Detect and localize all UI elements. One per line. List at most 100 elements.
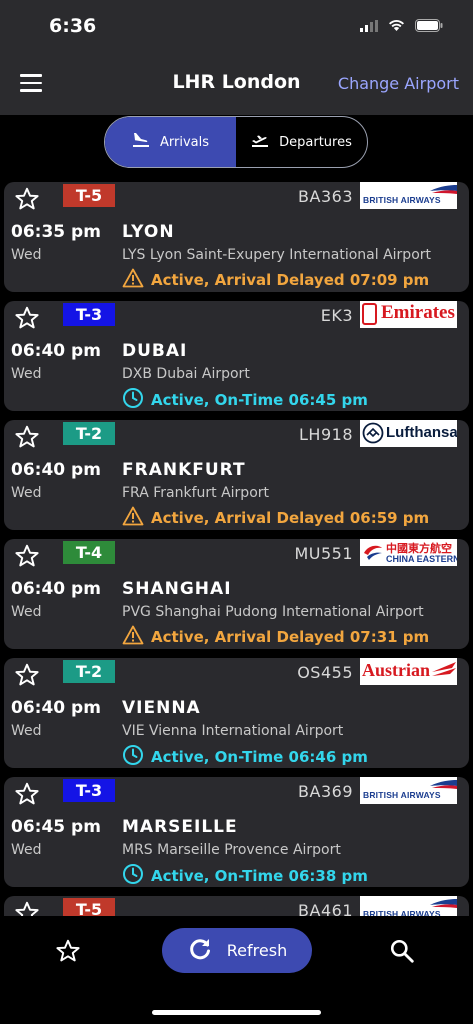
warning-icon (122, 625, 144, 649)
terminal-badge: T-5 (63, 184, 115, 207)
battery-icon (415, 17, 443, 36)
origin-airport: MRS Marseille Provence Airport (122, 842, 341, 858)
flight-status: Active, On-Time 06:38 pm (122, 863, 368, 889)
wifi-icon (388, 17, 405, 36)
refresh-label: Refresh (226, 941, 288, 960)
star-icon[interactable] (14, 424, 40, 454)
flight-number: BA369 (298, 782, 353, 801)
flight-status: Active, On-Time 06:46 pm (122, 744, 368, 770)
arrivals-departures-toggle: Arrivals Departures (104, 116, 368, 168)
airline-logo-text: Lufthansa (386, 424, 457, 441)
flight-card[interactable]: T-5 BA461 BRITISH AIRWAYS (4, 896, 469, 916)
status-icons (360, 17, 443, 36)
arrival-day: Wed (11, 247, 42, 263)
flight-number: OS455 (297, 663, 353, 682)
star-icon[interactable] (14, 186, 40, 216)
origin-city: LYON (122, 222, 175, 242)
flight-status: Active, Arrival Delayed 06:59 pm (122, 506, 429, 530)
plane-takeoff-icon (251, 132, 269, 152)
flight-status-text: Active, On-Time 06:46 pm (151, 748, 368, 766)
flight-status: Active, Arrival Delayed 07:31 pm (122, 625, 429, 649)
arrival-time: 06:45 pm (11, 817, 101, 837)
flight-number: BA363 (298, 187, 353, 206)
arrival-time: 06:40 pm (11, 460, 101, 480)
home-indicator (152, 1010, 321, 1015)
favorites-star-icon[interactable] (55, 938, 81, 968)
origin-airport: LYS Lyon Saint-Exupery International Air… (122, 247, 432, 263)
clock-icon (122, 744, 144, 770)
airline-logo-text: BRITISH AIRWAYS (363, 195, 441, 205)
change-airport-button[interactable]: Change Airport (338, 74, 459, 93)
tab-arrivals[interactable]: Arrivals (105, 117, 236, 167)
hamburger-menu-icon[interactable] (20, 74, 42, 94)
tab-arrivals-label: Arrivals (159, 134, 209, 150)
flight-card[interactable]: T-5 BA363 BRITISH AIRWAYS 06:35 pm Wed LYON LY… (4, 182, 469, 292)
search-icon[interactable] (389, 938, 415, 968)
origin-city: VIENNA (122, 698, 201, 718)
flight-list[interactable]: T-5 BA363 BRITISH AIRWAYS 06:35 pm Wed LYON LY… (0, 180, 473, 916)
flight-number: BA461 (298, 901, 353, 916)
nav-bar: LHR London Change Airport (0, 55, 473, 115)
star-icon[interactable] (14, 781, 40, 811)
tab-departures-label: Departures (279, 134, 352, 150)
origin-airport: PVG Shanghai Pudong International Airpor… (122, 604, 424, 620)
origin-city: FRANKFURT (122, 460, 246, 480)
arrival-time: 06:40 pm (11, 698, 101, 718)
signal-icon (360, 17, 378, 36)
origin-city: DUBAI (122, 341, 188, 361)
arrival-day: Wed (11, 723, 42, 739)
status-time: 6:36 (49, 15, 97, 37)
terminal-badge: T-4 (63, 541, 115, 564)
flight-number: EK3 (320, 306, 353, 325)
flight-card[interactable]: T-2 LH918 Lufthansa 06:40 pm Wed FRANKFURT FRA… (4, 420, 469, 530)
plane-landing-icon (132, 132, 150, 152)
tab-departures[interactable]: Departures (236, 117, 367, 167)
flight-status: Active, On-Time 06:45 pm (122, 387, 368, 413)
star-icon[interactable] (14, 662, 40, 692)
origin-city: MARSEILLE (122, 817, 238, 837)
flight-number: MU551 (294, 544, 353, 563)
arrival-day: Wed (11, 366, 42, 382)
flight-card[interactable]: T-3 BA369 BRITISH AIRWAYS 06:45 pm Wed MARSEI… (4, 777, 469, 887)
arrival-day: Wed (11, 842, 42, 858)
origin-airport: FRA Frankfurt Airport (122, 485, 270, 501)
flight-status-text: Active, On-Time 06:38 pm (151, 867, 368, 885)
flight-status-text: Active, On-Time 06:45 pm (151, 391, 368, 409)
airline-logo: BRITISH AIRWAYS (360, 777, 457, 804)
flight-status-text: Active, Arrival Delayed 07:09 pm (151, 271, 430, 289)
clock-icon (122, 387, 144, 413)
origin-airport: VIE Vienna International Airport (122, 723, 344, 739)
warning-icon (122, 506, 144, 530)
flight-status-text: Active, Arrival Delayed 06:59 pm (151, 509, 430, 527)
airline-logo: Emirates (360, 301, 457, 328)
flight-card[interactable]: T-3 EK3 Emirates 06:40 pm Wed DUBAI DXB Dubai … (4, 301, 469, 411)
clock-icon (122, 863, 144, 889)
star-icon[interactable] (14, 543, 40, 573)
flight-status-text: Active, Arrival Delayed 07:31 pm (151, 628, 430, 646)
airline-logo: Austrian (360, 658, 457, 685)
origin-city: SHANGHAI (122, 579, 232, 599)
airline-logo: 中國東方航空 CHINA EASTERN (360, 539, 457, 566)
flight-card[interactable]: T-4 MU551 中國東方航空 CHINA EASTERN 06:40 pm Wed SH… (4, 539, 469, 649)
terminal-badge: T-2 (63, 422, 115, 445)
star-icon[interactable] (14, 900, 40, 916)
refresh-icon (187, 936, 213, 966)
origin-airport: DXB Dubai Airport (122, 366, 250, 382)
terminal-badge: T-5 (63, 898, 115, 916)
flight-number: LH918 (299, 425, 353, 444)
airline-logo-text: Austrian (362, 660, 431, 680)
airline-logo-text: BRITISH AIRWAYS (363, 909, 441, 916)
airline-logo: BRITISH AIRWAYS (360, 182, 457, 209)
airline-logo-text: Emirates (381, 302, 455, 323)
arrival-day: Wed (11, 604, 42, 620)
terminal-badge: T-2 (63, 660, 115, 683)
arrival-time: 06:40 pm (11, 579, 101, 599)
status-bar: 6:36 (0, 0, 473, 55)
arrival-time: 06:35 pm (11, 222, 101, 242)
refresh-button[interactable]: Refresh (162, 928, 312, 973)
airline-logo: Lufthansa (360, 420, 457, 447)
arrival-day: Wed (11, 485, 42, 501)
star-icon[interactable] (14, 305, 40, 335)
flight-card[interactable]: T-2 OS455 Austrian 06:40 pm Wed VIENNA VIE Vie… (4, 658, 469, 768)
flight-status: Active, Arrival Delayed 07:09 pm (122, 268, 429, 292)
